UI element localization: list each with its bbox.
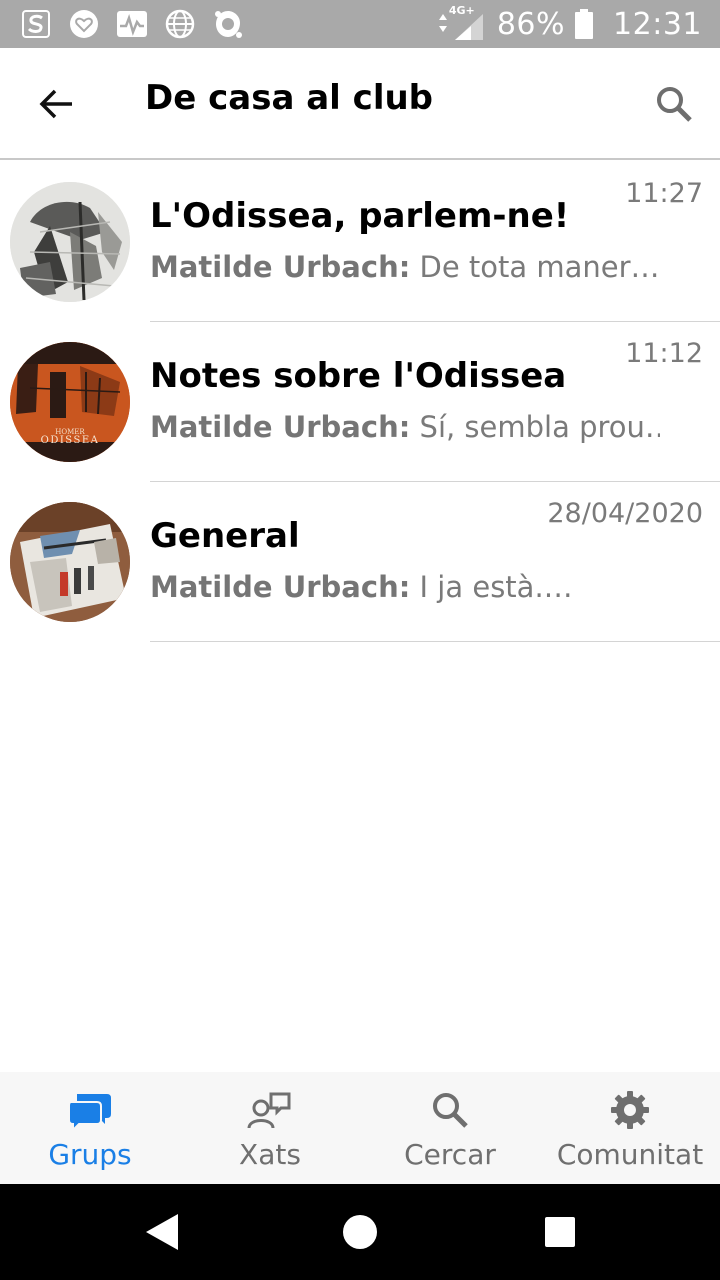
heart-badge-icon [68,8,100,40]
item-preview: Matilde Urbach: Sí, sembla prou… [150,410,660,444]
item-preview: Matilde Urbach: I ja està.… [150,570,660,604]
preview-message: Sí, sembla prou… [419,410,660,444]
arrow-left-icon [39,89,72,119]
system-navigation-bar [0,1184,720,1280]
avatar: HOMER ODISSEA [10,342,130,462]
item-preview: Matilde Urbach: De tota maner… [150,250,660,284]
preview-message: De tota maner… [419,250,660,284]
signal-icon: 4G+ [435,4,487,42]
search-icon [657,87,692,122]
list-item[interactable]: 28/04/2020 General Matilde Urbach: I ja … [0,482,720,642]
battery-icon [575,9,594,39]
preview-author: Matilde Urbach: [150,410,411,444]
globe-icon [164,8,196,40]
triangle-back-icon [146,1214,178,1250]
preview-message: I ja està.… [419,570,573,604]
nav-tab-grups[interactable]: Grups [0,1072,180,1184]
book-cover-avatar-image: HOMER ODISSEA [10,342,130,462]
divider [150,641,720,642]
page-title: De casa al club [145,78,434,118]
preview-author: Matilde Urbach: [150,570,411,604]
square-recents-icon [545,1217,575,1247]
item-time: 11:12 [625,338,703,369]
preview-author: Matilde Urbach: [150,250,411,284]
nav-label: Grups [48,1138,132,1171]
system-home-button[interactable] [338,1210,382,1254]
list-item[interactable]: 11:27 L'Odissea, parlem-ne! Matilde Urba… [0,162,720,322]
list-item[interactable]: HOMER ODISSEA 11:12 Notes sobre l'Odisse… [0,322,720,482]
clock: 12:31 [613,6,702,42]
avast-icon [212,8,244,40]
search-icon [426,1088,474,1132]
bottom-navigation: Grups Xats Cercar Comunitat [0,1072,720,1184]
item-time: 28/04/2020 [547,498,703,529]
activity-icon [116,8,148,40]
nav-tab-cercar[interactable]: Cercar [360,1072,540,1184]
item-time: 11:27 [625,178,703,209]
item-title: General [150,516,300,556]
avatar [10,502,130,622]
sketch-avatar-image [10,182,130,302]
circle-home-icon [343,1215,377,1249]
nav-tab-xats[interactable]: Xats [180,1072,360,1184]
avatar [10,182,130,302]
item-title: Notes sobre l'Odissea [150,356,567,396]
system-back-button[interactable] [140,1210,184,1254]
search-button[interactable] [650,80,698,128]
gear-icon [606,1088,654,1132]
item-title: L'Odissea, parlem-ne! [150,196,570,236]
back-button[interactable] [30,82,82,126]
photo-avatar-image [10,502,130,622]
battery-percent: 86% [496,6,566,42]
status-right-group: 4G+ 86% 12:31 [435,0,702,48]
group-list: 11:27 L'Odissea, parlem-ne! Matilde Urba… [0,162,720,642]
app-bar: De casa al club [0,48,720,160]
nav-label: Cercar [404,1138,496,1171]
nav-label: Xats [239,1138,301,1171]
status-bar: 4G+ 86% 12:31 [0,0,720,48]
nav-tab-comunitat[interactable]: Comunitat [540,1072,720,1184]
chat-bubbles-icon [66,1088,114,1132]
cover-title-text: ODISSEA [41,435,100,446]
person-chat-icon [246,1088,294,1132]
system-recents-button[interactable] [538,1210,582,1254]
s-logo-icon [20,8,52,40]
nav-label: Comunitat [556,1138,704,1171]
